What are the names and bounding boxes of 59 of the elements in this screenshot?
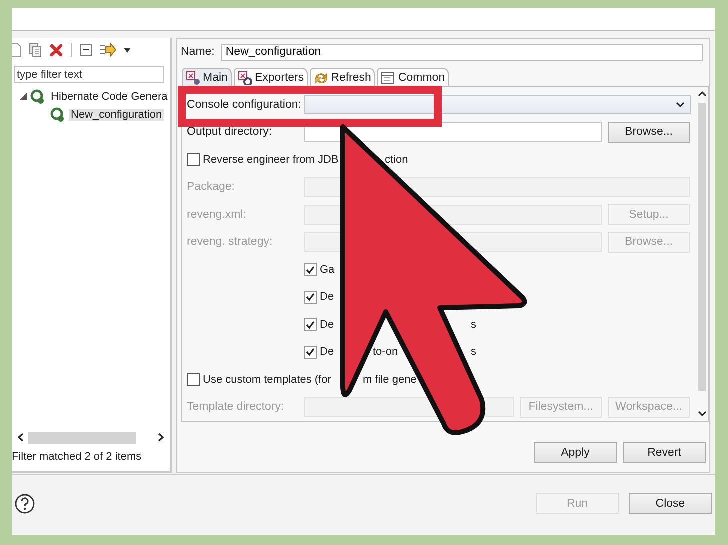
form-button[interactable]: Browse... — [608, 122, 690, 143]
duplicate-icon[interactable] — [29, 43, 42, 57]
checkbox[interactable] — [304, 318, 317, 332]
expanded-triangle-icon[interactable] — [20, 93, 27, 100]
action-button[interactable]: Apply — [534, 442, 617, 463]
checkbox-label: s — [471, 346, 476, 358]
checkbox[interactable] — [304, 346, 317, 359]
tab[interactable]: Refresh — [310, 68, 376, 86]
checkmark-icon[interactable] — [306, 293, 315, 302]
checkmark-icon[interactable] — [306, 266, 315, 274]
refresh-icon[interactable] — [314, 70, 328, 84]
field-label: reveng. strategy: — [187, 236, 274, 248]
checkbox[interactable] — [304, 263, 317, 276]
tab[interactable]: Common — [377, 68, 450, 86]
tree-item[interactable]: Hibernate Code Genera — [49, 90, 170, 102]
delete-icon[interactable] — [50, 44, 63, 56]
checkbox-label: Use custom templates (for — [203, 374, 332, 386]
console-configuration-dropdown[interactable] — [304, 95, 691, 114]
scroll-down-icon[interactable] — [698, 411, 706, 417]
checkbox-label: Reverse engineer from JDB — [203, 154, 339, 166]
filter-status: Filter matched 2 of 2 items — [12, 450, 143, 465]
collapse-icon[interactable] — [80, 44, 92, 56]
window-icon[interactable] — [381, 70, 396, 84]
checkbox[interactable] — [304, 290, 317, 304]
field-label: Package: — [187, 181, 236, 194]
tab[interactable]: Main — [182, 68, 232, 86]
scroll-right-icon[interactable] — [158, 433, 164, 442]
field-label: reveng.xml: — [187, 208, 248, 221]
tree-item[interactable]: New_configuration — [69, 108, 164, 120]
name-label: Name: — [181, 46, 215, 58]
checkbox-label: De — [320, 318, 334, 331]
checkmark-icon[interactable] — [306, 320, 315, 329]
checkbox-label: m file gene — [363, 374, 417, 386]
checkbox-label: Ga — [320, 264, 335, 276]
checkbox-label: s — [471, 318, 476, 331]
dialog-button[interactable]: Close — [629, 493, 712, 514]
tab[interactable]: Exporters — [234, 68, 308, 86]
filter-field[interactable]: type filter text — [14, 66, 164, 83]
help-icon[interactable] — [15, 494, 35, 514]
scroll-up-icon[interactable] — [698, 91, 706, 97]
checkbox-label: to-on — [373, 346, 398, 358]
name-field[interactable]: New_configuration — [220, 44, 703, 60]
scroll-thumb[interactable] — [28, 432, 136, 444]
chevron-down-icon[interactable] — [676, 102, 685, 108]
new-document-icon[interactable] — [12, 43, 21, 57]
field-label: Output directory: — [187, 126, 274, 138]
action-button[interactable]: Revert — [623, 442, 706, 463]
checkmark-icon[interactable] — [306, 348, 315, 356]
scroll-left-icon[interactable] — [18, 433, 24, 442]
field-label: Console configuration: — [187, 98, 302, 111]
checkbox[interactable] — [187, 373, 200, 386]
checkbox-label: ction — [385, 154, 408, 166]
scroll-thumb[interactable] — [698, 103, 706, 391]
checkbox[interactable] — [187, 153, 200, 166]
checkbox-label: De — [320, 346, 334, 358]
checkbox-label: De — [320, 291, 334, 304]
filter-icon[interactable] — [100, 43, 116, 57]
field-label: Template directory: — [187, 401, 286, 414]
caret-icon[interactable] — [124, 48, 131, 52]
